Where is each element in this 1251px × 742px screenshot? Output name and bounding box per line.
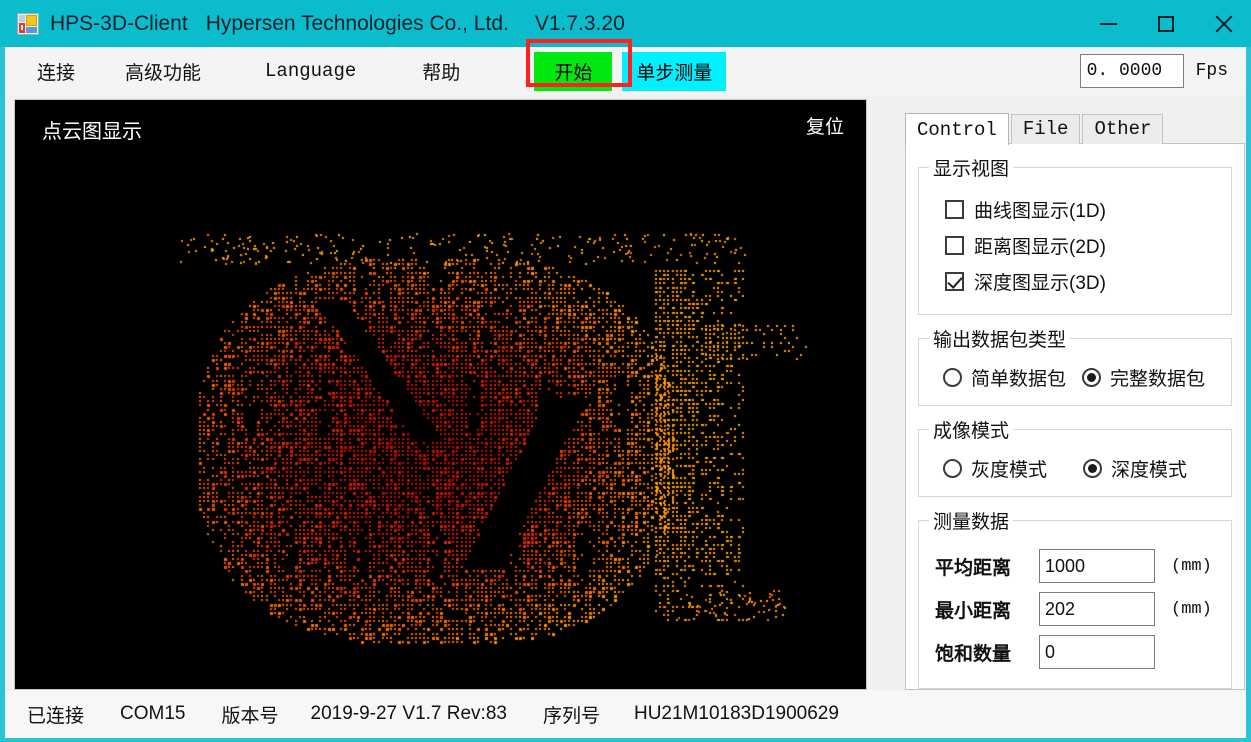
menu-item-help[interactable]: 帮助 — [410, 54, 472, 89]
group-imaging-mode-legend: 成像模式 — [933, 421, 1010, 442]
field-saturation-count-label: 饱和数量 — [935, 643, 1012, 665]
app-version: V1.7.3.20 — [534, 11, 625, 35]
maximize-button[interactable] — [1137, 0, 1194, 47]
application-window: HPS-3D-Client Hypersen Technologies Co.,… — [0, 0, 1251, 742]
checkbox-curve-1d-label: 曲线图显示(1D) — [974, 201, 1106, 222]
menu-item-connect[interactable]: 连接 — [25, 54, 87, 89]
field-average-distance-input[interactable]: 1000 — [1039, 549, 1155, 583]
fps-group: 0. 0000 Fps — [1079, 54, 1246, 88]
group-measure-data-legend: 测量数据 — [933, 512, 1010, 533]
radio-grayscale-mode[interactable] — [943, 459, 962, 478]
group-display-view: 显示视图 曲线图显示(1D) 距离图显示(2D) 深度图显示(3D) — [918, 154, 1232, 315]
radio-full-packet[interactable] — [1082, 368, 1102, 387]
point-cloud-render[interactable] — [15, 100, 866, 689]
checkbox-curve-1d[interactable]: 曲线图显示(1D) — [945, 196, 1221, 223]
fps-input[interactable]: 0. 0000 — [1079, 54, 1184, 88]
radio-simple-packet-label: 简单数据包 — [971, 369, 1067, 390]
field-min-distance-label: 最小距离 — [935, 600, 1012, 622]
fps-label: Fps — [1195, 61, 1228, 81]
window-controls — [1080, 0, 1251, 47]
field-min-distance-unit: (mm) — [1171, 599, 1212, 619]
control-panel: Control File Other 显示视图 曲线图显示(1D) 距离图显示(… — [905, 113, 1245, 690]
status-port: COM15 — [120, 703, 186, 724]
radio-grayscale-mode-label: 灰度模式 — [971, 460, 1048, 481]
maximize-icon — [1157, 15, 1174, 32]
radio-full-packet-label: 完整数据包 — [1110, 369, 1206, 390]
field-average-distance-label: 平均距离 — [935, 557, 1012, 579]
reset-view-button[interactable]: 复位 — [806, 112, 844, 139]
checkbox-depth-3d-label: 深度图显示(3D) — [974, 273, 1106, 294]
group-display-view-legend: 显示视图 — [933, 159, 1010, 180]
status-version-label: 版本号 — [221, 705, 279, 727]
field-average-distance: 平均距离 1000 (mm) — [935, 549, 1221, 583]
close-icon — [1213, 14, 1233, 34]
point-cloud-title: 点云图显示 — [42, 121, 142, 143]
radio-depth-mode-label: 深度模式 — [1111, 460, 1188, 481]
group-imaging-mode: 成像模式 灰度模式 深度模式 — [918, 416, 1232, 497]
app-title: HPS-3D-Client — [50, 11, 188, 35]
menu-bar: 连接 高级功能 Language 帮助 开始 单步测量 0. 0000 Fps — [5, 38, 1246, 95]
tab-other[interactable]: Other — [1082, 114, 1164, 144]
checkbox-distance-2d[interactable]: 距离图显示(2D) — [945, 232, 1221, 259]
group-packet-type: 输出数据包类型 简单数据包 完整数据包 — [918, 325, 1232, 406]
radio-depth-mode[interactable] — [1083, 459, 1103, 478]
tab-file[interactable]: File — [1010, 114, 1081, 144]
minimize-button[interactable] — [1080, 0, 1137, 47]
checkbox-distance-2d-box[interactable] — [945, 236, 964, 255]
point-cloud-canvas[interactable]: 点云图显示 复位 — [14, 99, 867, 690]
panel-tabs: Control File Other — [905, 113, 1245, 145]
start-button-group: 开始 单步测量 — [526, 38, 727, 91]
status-bar: 已连接 COM15 版本号 2019-9-27 V1.7 Rev:83 序列号 … — [5, 690, 1246, 738]
radio-simple-packet[interactable] — [943, 368, 962, 387]
company-name: Hypersen Technologies Co., Ltd. — [205, 11, 509, 35]
tab-panel-control: 显示视图 曲线图显示(1D) 距离图显示(2D) 深度图显示(3D) 输出数据包… — [905, 143, 1245, 690]
status-serial-value: HU21M10183D1900629 — [633, 703, 839, 724]
field-min-distance-input[interactable]: 202 — [1039, 592, 1155, 626]
start-button[interactable]: 开始 — [534, 51, 613, 91]
status-version-value: 2019-9-27 V1.7 Rev:83 — [310, 703, 507, 724]
checkbox-depth-3d-box[interactable] — [945, 272, 964, 291]
field-min-distance: 最小距离 202 (mm) — [935, 592, 1221, 626]
close-button[interactable] — [1194, 0, 1251, 47]
menu-item-language[interactable]: Language — [253, 56, 368, 86]
minimize-icon — [1100, 22, 1117, 25]
app-window-icon — [17, 12, 39, 35]
field-saturation-count: 饱和数量 0 — [935, 635, 1221, 669]
status-connection: 已连接 — [27, 705, 85, 727]
checkbox-depth-3d[interactable]: 深度图显示(3D) — [945, 268, 1221, 295]
group-measure-data: 测量数据 平均距离 1000 (mm) 最小距离 202 (mm) 饱和数量 0 — [918, 507, 1232, 689]
checkbox-curve-1d-box[interactable] — [945, 200, 964, 219]
title-bar: HPS-3D-Client Hypersen Technologies Co.,… — [0, 0, 1251, 47]
radio-group-imaging-mode: 灰度模式 深度模式 — [943, 455, 1221, 482]
group-packet-type-legend: 输出数据包类型 — [933, 330, 1067, 351]
single-step-measure-button[interactable]: 单步测量 — [622, 51, 727, 91]
radio-group-packet-type: 简单数据包 完整数据包 — [943, 364, 1221, 391]
checkbox-distance-2d-label: 距离图显示(2D) — [974, 237, 1106, 258]
tab-control[interactable]: Control — [905, 113, 1009, 145]
status-serial-label: 序列号 — [542, 705, 600, 727]
menu-item-advanced[interactable]: 高级功能 — [113, 54, 213, 89]
field-average-distance-unit: (mm) — [1171, 556, 1212, 576]
field-saturation-count-input[interactable]: 0 — [1039, 635, 1155, 669]
